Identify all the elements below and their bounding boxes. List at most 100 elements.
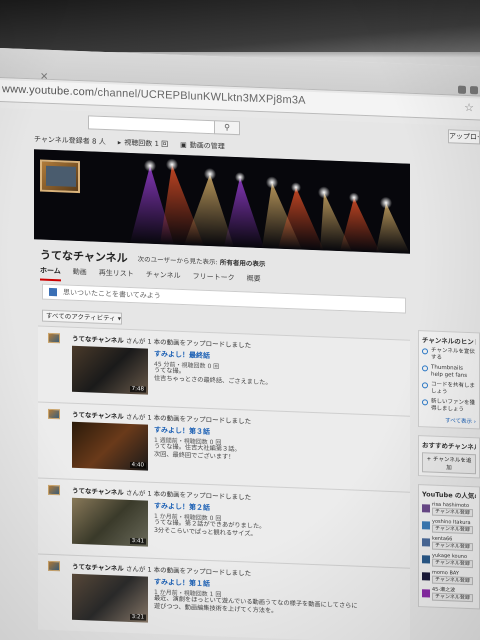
browser-window: ✕ www.youtube.com/channel/UCREPBlunKWLkt…: [0, 48, 480, 640]
popular-channel-item: kenta66 チャンネル登録: [422, 535, 476, 552]
feed-item: うてなチャンネル さんが 1 本の動画をアップロードしました 7:48 すみよし…: [38, 325, 410, 416]
video-duration: 3:41: [129, 537, 146, 545]
view-as-value: 所有者用の表示: [219, 258, 266, 269]
right-sidebar: チャンネルのヒント チャンネルを宣伝する Thumbnails help get…: [418, 330, 480, 617]
feed-channel-link[interactable]: うてなチャンネル: [72, 335, 124, 345]
view-as-prefix: 次のユーザーから見た表示:: [137, 255, 218, 267]
hint-circle-icon: [422, 399, 428, 406]
url-path: /channel/UCREPBlunKWLktn3MXPj8m3A: [94, 86, 306, 107]
popular-channel-item: yukage kouno チャンネル登録: [422, 552, 476, 569]
view-count-text: 視聴回数 1 回: [124, 138, 169, 149]
video-thumbnail[interactable]: 4:40: [72, 421, 148, 471]
search-icon: ⚲: [224, 122, 230, 132]
views-icon: ▸: [117, 138, 122, 147]
hint-text: 新しいファンを獲得しましょう: [431, 398, 476, 413]
video-description: うてな撮。住吉大社編第３話。 次回、最終回でございます！: [154, 442, 241, 462]
manage-videos-text: 動画の管理: [189, 141, 225, 151]
popular-channel-item: yoshino Itakura チャンネル登録: [422, 518, 476, 535]
video-description: うてな撮。 住吉ちゃっとさの最終話、ごさえました。: [154, 366, 272, 387]
popular-avatar[interactable]: [422, 589, 430, 598]
uploader-avatar[interactable]: [48, 560, 60, 572]
hints-title: チャンネルのヒント: [422, 336, 476, 347]
hint-text: コードを共有しましょう: [431, 381, 476, 396]
hints-show-all-link[interactable]: すべて表示 ›: [422, 415, 476, 425]
subscribe-button[interactable]: チャンネル登録: [432, 507, 473, 518]
channel-hints-card: チャンネルのヒント チャンネルを宣伝する Thumbnails help get…: [418, 330, 480, 430]
menu-icon[interactable]: [470, 86, 478, 95]
popular-avatar[interactable]: [422, 572, 430, 581]
hint-item[interactable]: 新しいファンを獲得しましょう: [422, 398, 476, 414]
bookmark-star-icon[interactable]: ☆: [464, 101, 474, 114]
upload-button[interactable]: アップロー: [448, 129, 480, 145]
subscribe-button[interactable]: チャンネル登録: [432, 575, 473, 586]
hint-circle-icon: [422, 382, 428, 389]
hint-text: Thumbnails help get fans: [431, 364, 468, 379]
subscribe-button[interactable]: チャンネル登録: [432, 592, 473, 603]
channel-name[interactable]: うてなチャンネル: [40, 247, 128, 266]
search-button[interactable]: ⚲: [214, 120, 240, 136]
video-manager-icon: ▣: [180, 140, 187, 150]
hint-circle-icon: [422, 365, 428, 372]
channel-banner: [34, 149, 410, 254]
feed-channel-link[interactable]: うてなチャンネル: [72, 487, 124, 497]
popular-avatar[interactable]: [422, 521, 430, 530]
popular-avatar[interactable]: [422, 555, 430, 564]
hint-text: チャンネルを宣伝する: [431, 347, 475, 361]
hint-item[interactable]: チャンネルを宣伝する: [422, 347, 476, 363]
uploader-avatar[interactable]: [48, 408, 60, 420]
hint-item[interactable]: Thumbnails help get fans: [422, 364, 476, 380]
tab-videos[interactable]: 動画: [73, 267, 87, 283]
subscribe-button[interactable]: チャンネル登録: [432, 524, 473, 535]
main-content: 思いついたことを書いてみよう すべてのアクティビティ ▾ うてなチャンネル さん…: [38, 281, 410, 640]
video-duration: 3:21: [129, 613, 146, 621]
activity-filter-dropdown[interactable]: すべてのアクティビティ ▾: [42, 309, 122, 325]
hint-item[interactable]: コードを共有しましょう: [422, 381, 476, 397]
channel-avatar[interactable]: [40, 159, 80, 194]
video-duration: 4:40: [129, 461, 146, 469]
lock-icon: [458, 85, 466, 94]
feed-item: うてなチャンネル さんが 1 本の動画をアップロードしました 3:41 すみよし…: [38, 477, 410, 568]
manage-videos-link[interactable]: ▣ 動画の管理: [180, 140, 225, 152]
feed-item: うてなチャンネル さんが 1 本の動画をアップロードしました 3:21 すみよし…: [38, 553, 410, 640]
subscribe-button[interactable]: チャンネル登録: [432, 558, 473, 569]
tab-about[interactable]: 概要: [247, 273, 261, 289]
popular-avatar[interactable]: [422, 538, 430, 547]
feed-channel-link[interactable]: うてなチャンネル: [72, 411, 124, 421]
popular-channel-item: risa hashimoto チャンネル登録: [422, 501, 476, 518]
uploader-avatar[interactable]: [48, 332, 60, 344]
subscriber-count: チャンネル登録者 8 人: [34, 134, 106, 147]
feed-item: うてなチャンネル さんが 1 本の動画をアップロードしました 4:40 すみよし…: [38, 401, 410, 492]
tab-playlists[interactable]: 再生リスト: [99, 268, 134, 284]
hint-circle-icon: [422, 348, 428, 355]
stage-lights-art: [34, 149, 410, 254]
uploader-avatar[interactable]: [48, 484, 60, 496]
add-channel-button[interactable]: + チャンネルを追加: [422, 452, 476, 475]
activity-feed: うてなチャンネル さんが 1 本の動画をアップロードしました 7:48 すみよし…: [38, 325, 410, 640]
subscriber-count-text: チャンネル登録者 8 人: [34, 135, 106, 147]
popular-title: YouTube の人気のチャンネル: [422, 490, 476, 501]
window-controls: [458, 85, 478, 95]
post-placeholder: 思いついたことを書いてみよう: [63, 288, 161, 301]
video-thumbnail[interactable]: 7:48: [72, 345, 148, 395]
video-thumbnail[interactable]: 3:21: [72, 573, 148, 623]
popular-avatar[interactable]: [422, 504, 430, 513]
tab-home[interactable]: ホーム: [40, 265, 61, 282]
video-description: うてな撮。第２話ができあがりました。 3分そこらいでぱっと観れるサイズ。: [154, 518, 266, 538]
video-thumbnail[interactable]: 3:41: [72, 497, 148, 547]
view-count: ▸ 視聴回数 1 回: [118, 138, 168, 150]
featured-title: おすすめチャンネル: [422, 441, 476, 452]
monitor-bezel: [0, 0, 480, 52]
view-as-selector[interactable]: 次のユーザーから見た表示: 所有者用の表示: [138, 253, 266, 268]
url-host: www.youtube.com: [2, 83, 95, 99]
featured-channels-card: おすすめチャンネル + チャンネルを追加: [418, 435, 480, 479]
video-duration: 7:48: [129, 385, 146, 393]
tab-discussion[interactable]: フリートーク: [193, 271, 235, 288]
tab-channels[interactable]: チャンネル: [146, 270, 181, 286]
post-input[interactable]: 思いついたことを書いてみよう: [42, 283, 406, 314]
youtube-page: ⚲ アップロー チャンネル登録者 8 人 ▸視聴回数 1 回 ▣動画の管理: [0, 108, 480, 640]
video-description: 最近、演劇をほっといて遊んでいる動画うてなの様子を動画にしてさらに 遊びつつ、動…: [154, 594, 358, 615]
feed-channel-link[interactable]: うてなチャンネル: [72, 563, 124, 573]
popular-channels-card: YouTube の人気のチャンネル risa hashimoto チャンネル登録 …: [418, 484, 480, 610]
subscribe-button[interactable]: チャンネル登録: [432, 541, 473, 552]
post-avatar-icon: [49, 287, 57, 297]
